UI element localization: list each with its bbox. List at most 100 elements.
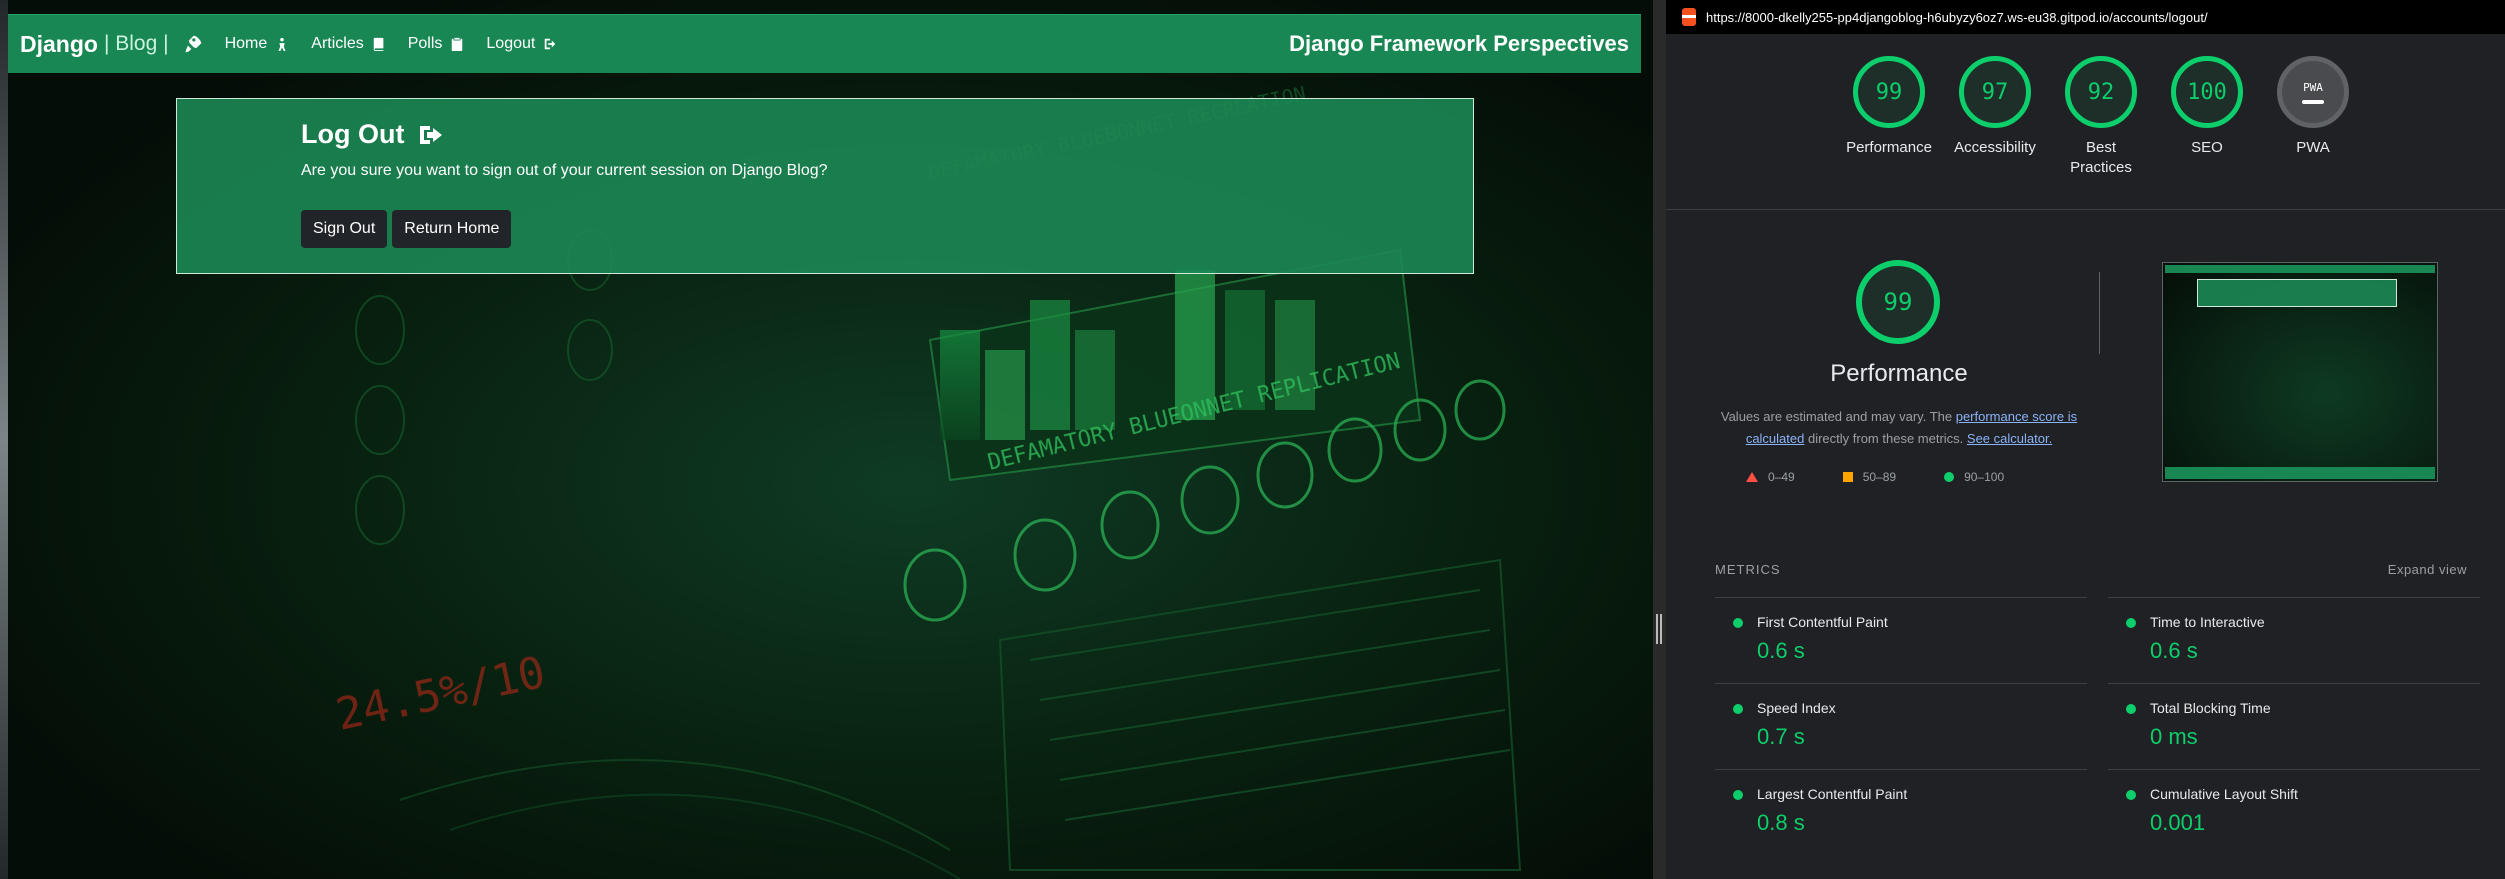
nav-logout-label: Logout xyxy=(486,35,536,52)
book-icon xyxy=(373,37,384,51)
sign-out-icon xyxy=(545,38,556,50)
splitter-grip-icon[interactable] xyxy=(1656,614,1662,644)
metric-name: Time to Interactive xyxy=(2150,614,2265,630)
square-icon xyxy=(1842,472,1853,482)
sign-out-button[interactable]: Sign Out xyxy=(301,210,388,248)
thumb-card xyxy=(2197,279,2397,307)
lighthouse-icon xyxy=(1682,8,1696,26)
gauge-best-practices[interactable]: 92 Best Practices xyxy=(2048,56,2154,209)
legend-average: 50–89 xyxy=(1842,470,1897,484)
score-legend: 0–49 50–89 90–100 xyxy=(1746,470,2004,484)
metric-name: Largest Contentful Paint xyxy=(1757,786,1908,802)
pass-circle-icon xyxy=(2126,790,2136,800)
nav-home-label: Home xyxy=(224,35,268,52)
brand[interactable]: Django xyxy=(20,31,98,58)
gauge-seo[interactable]: 100 SEO xyxy=(2154,56,2260,209)
metric-name: Total Blocking Time xyxy=(2150,700,2271,716)
pass-circle-icon xyxy=(1733,790,1743,800)
pass-circle-icon xyxy=(2126,618,2136,628)
divider xyxy=(2099,272,2100,354)
gauge-ring: 92 xyxy=(2065,56,2137,128)
see-calculator-link[interactable]: See calculator. xyxy=(1967,431,2052,446)
metric-item: Cumulative Layout Shift 0.001 xyxy=(2108,769,2480,855)
return-home-button[interactable]: Return Home xyxy=(392,210,512,248)
lighthouse-url-bar: https://8000-dkelly255-pp4djangoblog-h6u… xyxy=(1666,0,2505,34)
pwa-badge-text: PWA xyxy=(2303,80,2323,94)
gauge-pwa[interactable]: PWA PWA xyxy=(2260,56,2366,209)
logout-card: Log Out Are you sure you want to sign ou… xyxy=(176,98,1474,274)
bg-text-red: 24.5%/10 xyxy=(332,647,550,741)
performance-section: 99 Performance Values are estimated and … xyxy=(1666,210,2505,570)
logout-message: Are you sure you want to sign out of you… xyxy=(301,162,828,179)
gauge-accessibility[interactable]: 97 Accessibility xyxy=(1942,56,2048,209)
metric-item: Speed Index 0.7 s xyxy=(1715,683,2087,769)
performance-description: Values are estimated and may vary. The p… xyxy=(1716,406,2082,450)
performance-score-ring: 99 xyxy=(1856,260,1940,344)
metric-value: 0.6 s xyxy=(2150,638,2198,663)
legend-fail: 0–49 xyxy=(1746,470,1795,484)
thumb-footer xyxy=(2165,467,2435,479)
metrics-header: METRICS Expand view xyxy=(1715,562,2467,577)
circle-icon xyxy=(1944,472,1955,482)
metric-item: First Contentful Paint 0.6 s xyxy=(1715,597,2087,683)
gauge-label: SEO xyxy=(2191,139,2223,156)
expand-view-button[interactable]: Expand view xyxy=(2388,562,2467,577)
clipboard-icon xyxy=(452,37,463,51)
logout-title: Log Out xyxy=(301,119,405,149)
gauge-label: Best Practices xyxy=(2070,139,2132,176)
metric-name: Cumulative Layout Shift xyxy=(2150,786,2298,802)
pass-circle-icon xyxy=(1733,704,1743,714)
metric-item: Total Blocking Time 0 ms xyxy=(2108,683,2480,769)
lighthouse-panel: https://8000-dkelly255-pp4djangoblog-h6u… xyxy=(1666,0,2505,879)
nav-articles[interactable]: Articles xyxy=(311,35,385,53)
legend-fail-label: 0–49 xyxy=(1768,470,1795,484)
panel-splitter[interactable] xyxy=(1653,0,1666,879)
triangle-icon xyxy=(1746,472,1758,482)
person-icon xyxy=(278,37,286,51)
gauge-performance[interactable]: 99 Performance xyxy=(1836,56,1942,209)
legend-average-label: 50–89 xyxy=(1862,470,1897,484)
gauge-label: Accessibility xyxy=(1954,139,2036,156)
rocket-icon xyxy=(183,34,203,54)
navbar: Django | Blog | Home Articles Polls Logo… xyxy=(8,14,1641,73)
pwa-badge-icon: PWA xyxy=(2277,56,2349,128)
nav-home[interactable]: Home xyxy=(225,35,290,53)
gauge-ring: 100 xyxy=(2171,56,2243,128)
metric-item: Largest Contentful Paint 0.8 s xyxy=(1715,769,2087,855)
nav-logout[interactable]: Logout xyxy=(486,35,557,53)
nav-polls[interactable]: Polls xyxy=(408,35,465,53)
gauge-label: Performance xyxy=(1846,139,1932,156)
metric-value: 0 ms xyxy=(2150,724,2198,749)
nav-polls-label: Polls xyxy=(407,35,443,52)
legend-pass: 90–100 xyxy=(1944,470,2004,484)
metric-value: 0.001 xyxy=(2150,810,2206,835)
gauge-label: PWA xyxy=(2296,139,2330,156)
django-blog-viewport: DEFAMATORY BLUEONNET REPLICATION DEFAMAT… xyxy=(0,0,1653,879)
metric-item: Time to Interactive 0.6 s xyxy=(2108,597,2480,683)
thumb-navbar xyxy=(2165,265,2435,273)
brand-sub: | Blog | xyxy=(103,32,169,55)
window-edge xyxy=(0,0,8,879)
metric-value: 0.8 s xyxy=(1757,810,1805,835)
performance-title: Performance xyxy=(1830,360,1968,387)
metric-name: Speed Index xyxy=(1757,700,1836,716)
logout-actions: Sign Out Return Home xyxy=(301,210,1473,248)
desc-mid: directly from these metrics. xyxy=(1804,431,1967,446)
metric-name: First Contentful Paint xyxy=(1757,614,1888,630)
site-tagline: Django Framework Perspectives xyxy=(1289,31,1629,56)
score-gauges: 99 Performance 97 Accessibility 92 Best … xyxy=(1666,34,2505,210)
metric-value: 0.6 s xyxy=(1757,638,1805,663)
gauge-ring: 99 xyxy=(1853,56,1925,128)
pass-circle-icon xyxy=(2126,704,2136,714)
legend-pass-label: 90–100 xyxy=(1964,470,2005,484)
metrics-title: METRICS xyxy=(1715,562,1781,577)
metric-value: 0.7 s xyxy=(1757,724,1805,749)
pwa-dash xyxy=(2302,99,2324,104)
page-screenshot-thumbnail[interactable] xyxy=(2162,262,2438,482)
desc-prefix: Values are estimated and may vary. The xyxy=(1720,409,1956,424)
nav-articles-label: Articles xyxy=(311,35,364,52)
gauge-ring: 97 xyxy=(1959,56,2031,128)
audited-url[interactable]: https://8000-dkelly255-pp4djangoblog-h6u… xyxy=(1706,10,2208,25)
logout-heading: Log Out xyxy=(301,119,1473,150)
sign-out-icon xyxy=(420,125,443,144)
